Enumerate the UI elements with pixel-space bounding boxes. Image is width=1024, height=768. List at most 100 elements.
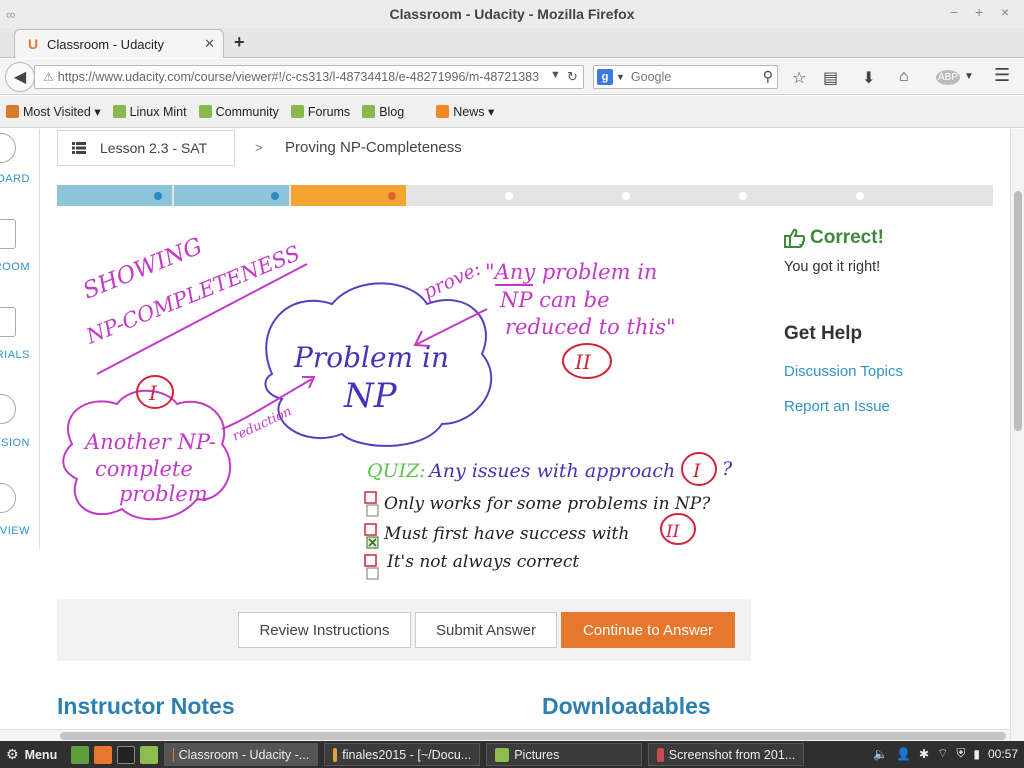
progress-segment[interactable]: [408, 185, 523, 206]
classroom-play-icon[interactable]: [0, 219, 16, 249]
terminal-launcher-icon[interactable]: [117, 745, 136, 764]
review-instructions-button[interactable]: Review Instructions: [238, 612, 411, 648]
bookmark-blog[interactable]: Blog: [362, 105, 404, 119]
clock[interactable]: 00:57: [988, 747, 1018, 761]
left-label-3: problem: [119, 482, 208, 506]
overview-icon[interactable]: [0, 483, 16, 513]
vertical-scrollbar[interactable]: [1010, 129, 1024, 741]
progress-segment[interactable]: [759, 185, 874, 206]
option-1-red-box: [364, 491, 377, 504]
hamburger-menu-icon[interactable]: ☰: [994, 65, 1010, 86]
classroom-sidenav: OARD ROOM RIALS SSION VIEW: [0, 129, 40, 549]
quiz-option-2[interactable]: Must first have success with II: [364, 513, 696, 549]
quiz-option-3[interactable]: It's not always correct: [364, 552, 579, 580]
mint-icon: [362, 105, 376, 118]
udacity-favicon-icon: U: [27, 36, 39, 52]
close-tab-icon[interactable]: ✕: [204, 36, 215, 52]
maximize-button[interactable]: +: [975, 4, 983, 20]
progress-segment[interactable]: [876, 185, 991, 206]
shield-icon[interactable]: ⛨: [956, 746, 965, 761]
quiz-label: QUIZ:: [367, 460, 426, 482]
option-3-checkbox[interactable]: [366, 567, 379, 580]
progress-segment[interactable]: [57, 185, 172, 206]
files-launcher-icon[interactable]: [140, 745, 159, 764]
quiz-badge-text: I: [692, 460, 701, 482]
user-icon[interactable]: 👤: [896, 747, 911, 761]
badge-1-text: I: [148, 381, 158, 405]
progress-segment[interactable]: [174, 185, 289, 206]
taskbar-window-editor[interactable]: finales2015 - [~/Docu...: [324, 743, 481, 766]
bookmark-most-visited[interactable]: Most Visited ▾: [6, 104, 101, 119]
progress-dot: [271, 192, 279, 200]
taskbar-window-pictures[interactable]: Pictures: [486, 743, 643, 766]
search-icon[interactable]: ⚲: [763, 68, 773, 85]
option-2-red-box: [364, 523, 377, 536]
start-menu-button[interactable]: ⚙ Menu: [6, 746, 57, 763]
lesson-menu-button[interactable]: Lesson 2.3 - SAT: [57, 130, 235, 166]
taskbar-window-label: finales2015 - [~/Docu...: [342, 747, 472, 762]
window-titlebar: ∞ Classroom - Udacity - Mozilla Firefox …: [0, 0, 1024, 28]
progress-segment[interactable]: [525, 185, 640, 206]
show-desktop-icon[interactable]: [71, 745, 90, 764]
option-2-text: Must first have success with: [383, 524, 629, 544]
bluetooth-icon[interactable]: ✱: [919, 747, 929, 761]
google-engine-icon[interactable]: g: [597, 69, 613, 85]
bookmark-star-icon[interactable]: ☆: [792, 68, 806, 88]
back-button[interactable]: ◀: [5, 62, 35, 92]
home-icon[interactable]: ⌂: [899, 68, 909, 86]
search-bar[interactable]: g ▼ Google ⚲: [593, 65, 778, 89]
discussion-topics-link[interactable]: Discussion Topics: [784, 363, 1004, 380]
bookmark-news[interactable]: News ▾: [436, 104, 494, 119]
new-tab-button[interactable]: +: [234, 32, 245, 53]
sidenav-materials[interactable]: RIALS: [0, 349, 30, 361]
progress-dot: [154, 192, 162, 200]
reduction-arrowhead: [302, 376, 316, 389]
app-logo-icon: ∞: [6, 7, 16, 22]
url-dropdown-icon[interactable]: ▼: [550, 69, 561, 81]
horizontal-scroll-thumb[interactable]: [60, 732, 1006, 740]
battery-icon[interactable]: ▮: [973, 747, 980, 761]
quiz-option-1[interactable]: Only works for some problems in NP?: [364, 491, 711, 517]
volume-icon[interactable]: 🔈: [873, 747, 888, 761]
discussion-icon[interactable]: [0, 394, 16, 424]
engine-dropdown-icon[interactable]: ▼: [616, 72, 625, 82]
adblock-dropdown-icon[interactable]: ▼: [964, 71, 974, 82]
option-1-checkbox[interactable]: [366, 504, 379, 517]
downloads-icon[interactable]: ⬇: [862, 68, 875, 88]
sidenav-dashboard[interactable]: OARD: [0, 173, 30, 185]
bookmark-community[interactable]: Community: [198, 105, 279, 119]
horizontal-scrollbar[interactable]: [0, 729, 1010, 741]
close-window-button[interactable]: ×: [1001, 4, 1009, 20]
page-viewport: OARD ROOM RIALS SSION VIEW Lesson 2.3 - …: [0, 129, 1024, 741]
instructor-notes-heading: Instructor Notes: [57, 693, 235, 719]
minimize-button[interactable]: −: [950, 4, 958, 20]
dashboard-icon[interactable]: [0, 133, 16, 163]
reading-list-icon[interactable]: ▤: [823, 68, 838, 88]
progress-dot: [856, 192, 864, 200]
sidenav-classroom[interactable]: ROOM: [0, 261, 30, 273]
url-bar[interactable]: ⚠ https://www.udacity.com/course/viewer#…: [34, 65, 584, 89]
firefox-launcher-icon[interactable]: [94, 745, 113, 764]
sidenav-overview[interactable]: VIEW: [0, 525, 30, 537]
tab-classroom[interactable]: U Classroom - Udacity ✕: [14, 29, 224, 58]
adblock-icon[interactable]: ABP: [936, 70, 961, 85]
sidenav-discussion[interactable]: SSION: [0, 437, 30, 449]
bookmark-forums[interactable]: Forums: [290, 105, 350, 119]
lesson-label: Lesson 2.3 - SAT: [100, 140, 208, 156]
image-viewer-icon: [657, 747, 664, 762]
report-issue-link[interactable]: Report an Issue: [784, 398, 1004, 415]
continue-to-answer-button[interactable]: Continue to Answer: [561, 612, 735, 648]
materials-icon[interactable]: [0, 307, 16, 337]
submit-answer-button[interactable]: Submit Answer: [415, 612, 557, 648]
taskbar-window-firefox[interactable]: Classroom - Udacity -...: [164, 743, 319, 766]
network-icon[interactable]: ⌔: [937, 746, 948, 761]
taskbar-window-label: Classroom - Udacity -...: [178, 747, 310, 762]
progress-segment[interactable]: [642, 185, 757, 206]
reload-icon[interactable]: ↻: [567, 69, 578, 85]
tab-strip: U Classroom - Udacity ✕ +: [0, 28, 1024, 58]
progress-dot: [739, 192, 747, 200]
bookmark-linux-mint[interactable]: Linux Mint: [112, 105, 187, 119]
taskbar-window-screenshot[interactable]: Screenshot from 201...: [648, 743, 805, 766]
progress-segment[interactable]: [291, 185, 406, 206]
vertical-scroll-thumb[interactable]: [1014, 191, 1022, 431]
